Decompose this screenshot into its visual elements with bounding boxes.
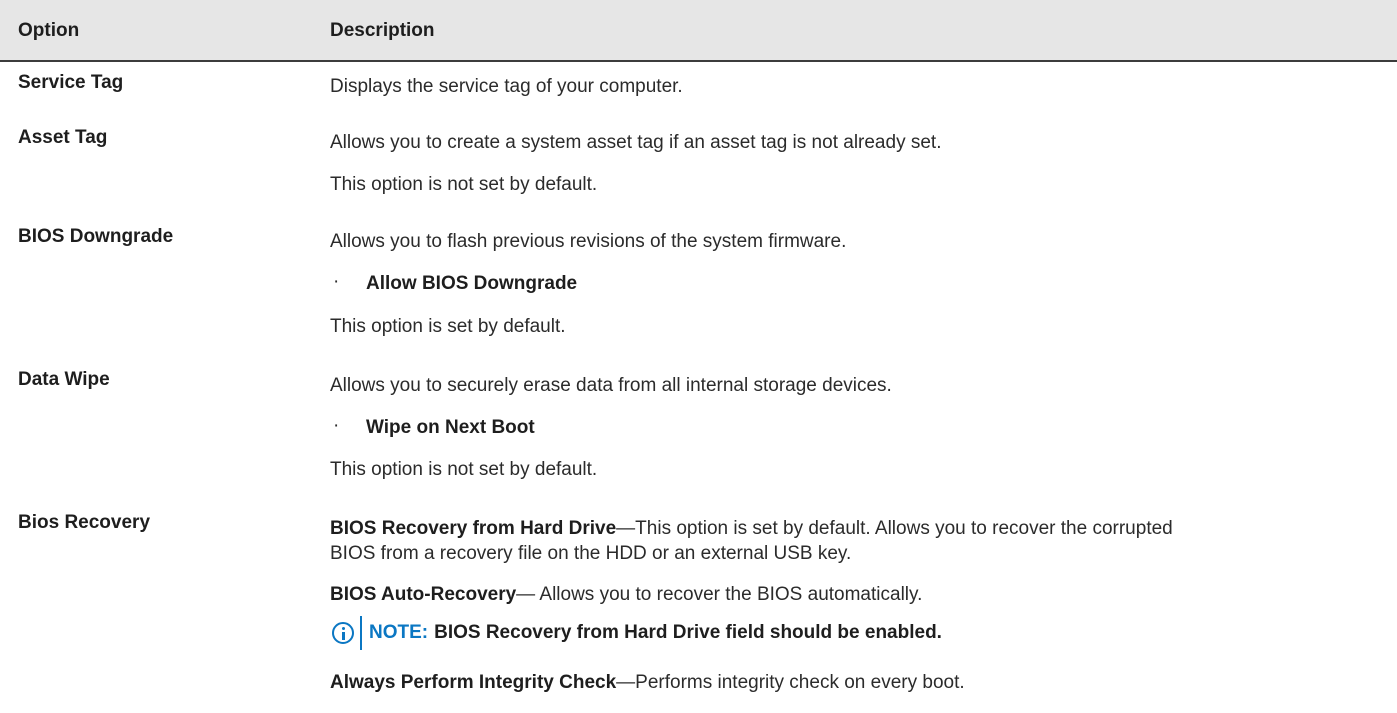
integrity-check-text: —Performs integrity check on every boot. bbox=[616, 672, 965, 693]
note-text: BIOS Recovery from Hard Drive field shou… bbox=[434, 622, 942, 643]
description-service-tag: Displays the service tag of your compute… bbox=[330, 76, 683, 97]
info-circle-icon bbox=[332, 622, 354, 644]
bullet-allow-bios-downgrade: Allow BIOS Downgrade bbox=[366, 273, 578, 294]
description-data-wipe: Allows you to securely erase data from a… bbox=[330, 375, 892, 396]
description-bios-auto-recovery: BIOS Auto-Recovery— Allows you to recove… bbox=[330, 582, 1360, 607]
default-asset-tag: This option is not set by default. bbox=[330, 174, 598, 195]
note-callout: NOTE: BIOS Recovery from Hard Drive fiel… bbox=[330, 616, 942, 650]
column-header-description: Description bbox=[330, 20, 435, 41]
column-header-option: Option bbox=[18, 20, 80, 41]
bios-options-table: Option Description Service Tag Displays … bbox=[0, 0, 1397, 713]
option-service-tag: Service Tag bbox=[18, 72, 124, 93]
description-asset-tag: Allows you to create a system asset tag … bbox=[330, 132, 942, 153]
table-header: Option Description bbox=[0, 0, 1397, 62]
option-bios-downgrade: BIOS Downgrade bbox=[18, 226, 174, 247]
bios-auto-recovery-title: BIOS Auto-Recovery bbox=[330, 584, 517, 605]
bios-recovery-hard-drive-text: —This option is set by default. Allows y… bbox=[616, 518, 1173, 539]
description-bios-recovery-hard-drive: BIOS Recovery from Hard Drive—This optio… bbox=[330, 516, 1360, 566]
option-data-wipe: Data Wipe bbox=[18, 369, 110, 390]
bullet-wipe-on-next-boot: Wipe on Next Boot bbox=[366, 417, 535, 438]
bullet-dot: · bbox=[333, 415, 340, 436]
description-bios-downgrade: Allows you to flash previous revisions o… bbox=[330, 231, 847, 252]
bios-recovery-hard-drive-text-2: BIOS from a recovery file on the HDD or … bbox=[330, 543, 852, 564]
bios-auto-recovery-text: — Allows you to recover the BIOS automat… bbox=[516, 584, 923, 605]
bios-recovery-hard-drive-title: BIOS Recovery from Hard Drive bbox=[330, 518, 617, 539]
default-data-wipe: This option is not set by default. bbox=[330, 459, 598, 480]
note-divider bbox=[360, 616, 362, 650]
option-asset-tag: Asset Tag bbox=[18, 127, 108, 148]
option-bios-recovery: Bios Recovery bbox=[18, 512, 151, 533]
default-bios-downgrade: This option is set by default. bbox=[330, 316, 566, 337]
description-integrity-check: Always Perform Integrity Check—Performs … bbox=[330, 670, 1360, 695]
bullet-dot: · bbox=[333, 271, 340, 292]
integrity-check-title: Always Perform Integrity Check bbox=[330, 672, 617, 693]
note-label: NOTE: bbox=[369, 622, 429, 643]
